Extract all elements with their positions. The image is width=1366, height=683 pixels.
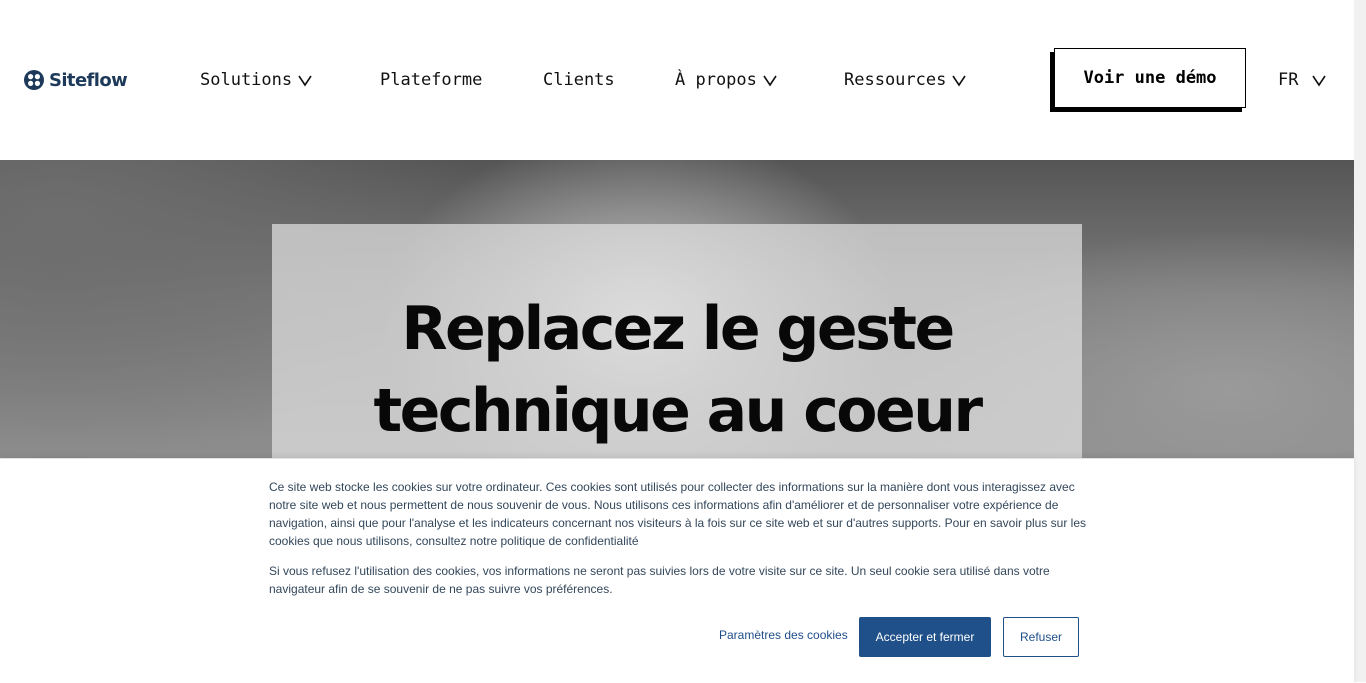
cookie-text-refuse-info: Si vous refusez l'utilisation des cookie… bbox=[269, 564, 1050, 596]
page-scrollbar[interactable] bbox=[1354, 0, 1366, 682]
chevron-down-icon bbox=[298, 75, 312, 87]
nav-label: Solutions bbox=[200, 70, 293, 90]
nav-plateforme[interactable]: Plateforme bbox=[380, 69, 482, 91]
brand-name: Siteflow bbox=[49, 69, 128, 91]
nav-clients[interactable]: Clients bbox=[543, 69, 615, 91]
demo-button-wrapper: Voir une démo bbox=[1050, 48, 1246, 112]
site-header: Siteflow Solutions Plateforme Clients À … bbox=[0, 0, 1354, 160]
nav-a-propos[interactable]: À propos bbox=[675, 69, 777, 91]
siteflow-logo-icon bbox=[24, 70, 44, 90]
hero-section: Replacez le geste technique au coeur bbox=[0, 160, 1354, 460]
cookie-banner: Ce site web stocke les cookies sur votre… bbox=[0, 458, 1354, 683]
siteflow-logo[interactable]: Siteflow bbox=[24, 69, 128, 91]
refuse-cookies-button[interactable]: Refuser bbox=[1003, 617, 1079, 657]
language-label: FR bbox=[1278, 70, 1299, 90]
chevron-down-icon bbox=[952, 75, 967, 87]
nav-ressources[interactable]: Ressources bbox=[844, 69, 967, 91]
hero-title-line-1: Replacez le geste bbox=[401, 294, 955, 364]
hero-title: Replacez le geste technique au coeur bbox=[272, 288, 1082, 452]
nav-label: Ressources bbox=[844, 70, 947, 90]
chevron-down-icon bbox=[1312, 75, 1327, 87]
nav-label: Plateforme bbox=[380, 70, 483, 90]
accept-cookies-button[interactable]: Accepter et fermer bbox=[859, 617, 991, 657]
cookie-settings-link[interactable]: Paramètres des cookies bbox=[719, 628, 848, 642]
nav-solutions[interactable]: Solutions bbox=[200, 69, 312, 91]
hero-title-line-2: technique au coeur bbox=[373, 376, 983, 446]
language-selector[interactable]: FR bbox=[1278, 69, 1327, 91]
hero-card: Replacez le geste technique au coeur bbox=[272, 224, 1082, 460]
cookie-text-main: Ce site web stocke les cookies sur votre… bbox=[269, 480, 1087, 548]
nav-label: Clients bbox=[543, 70, 615, 90]
demo-button[interactable]: Voir une démo bbox=[1054, 48, 1246, 108]
nav-label: À propos bbox=[675, 70, 757, 90]
chevron-down-icon bbox=[763, 75, 777, 87]
